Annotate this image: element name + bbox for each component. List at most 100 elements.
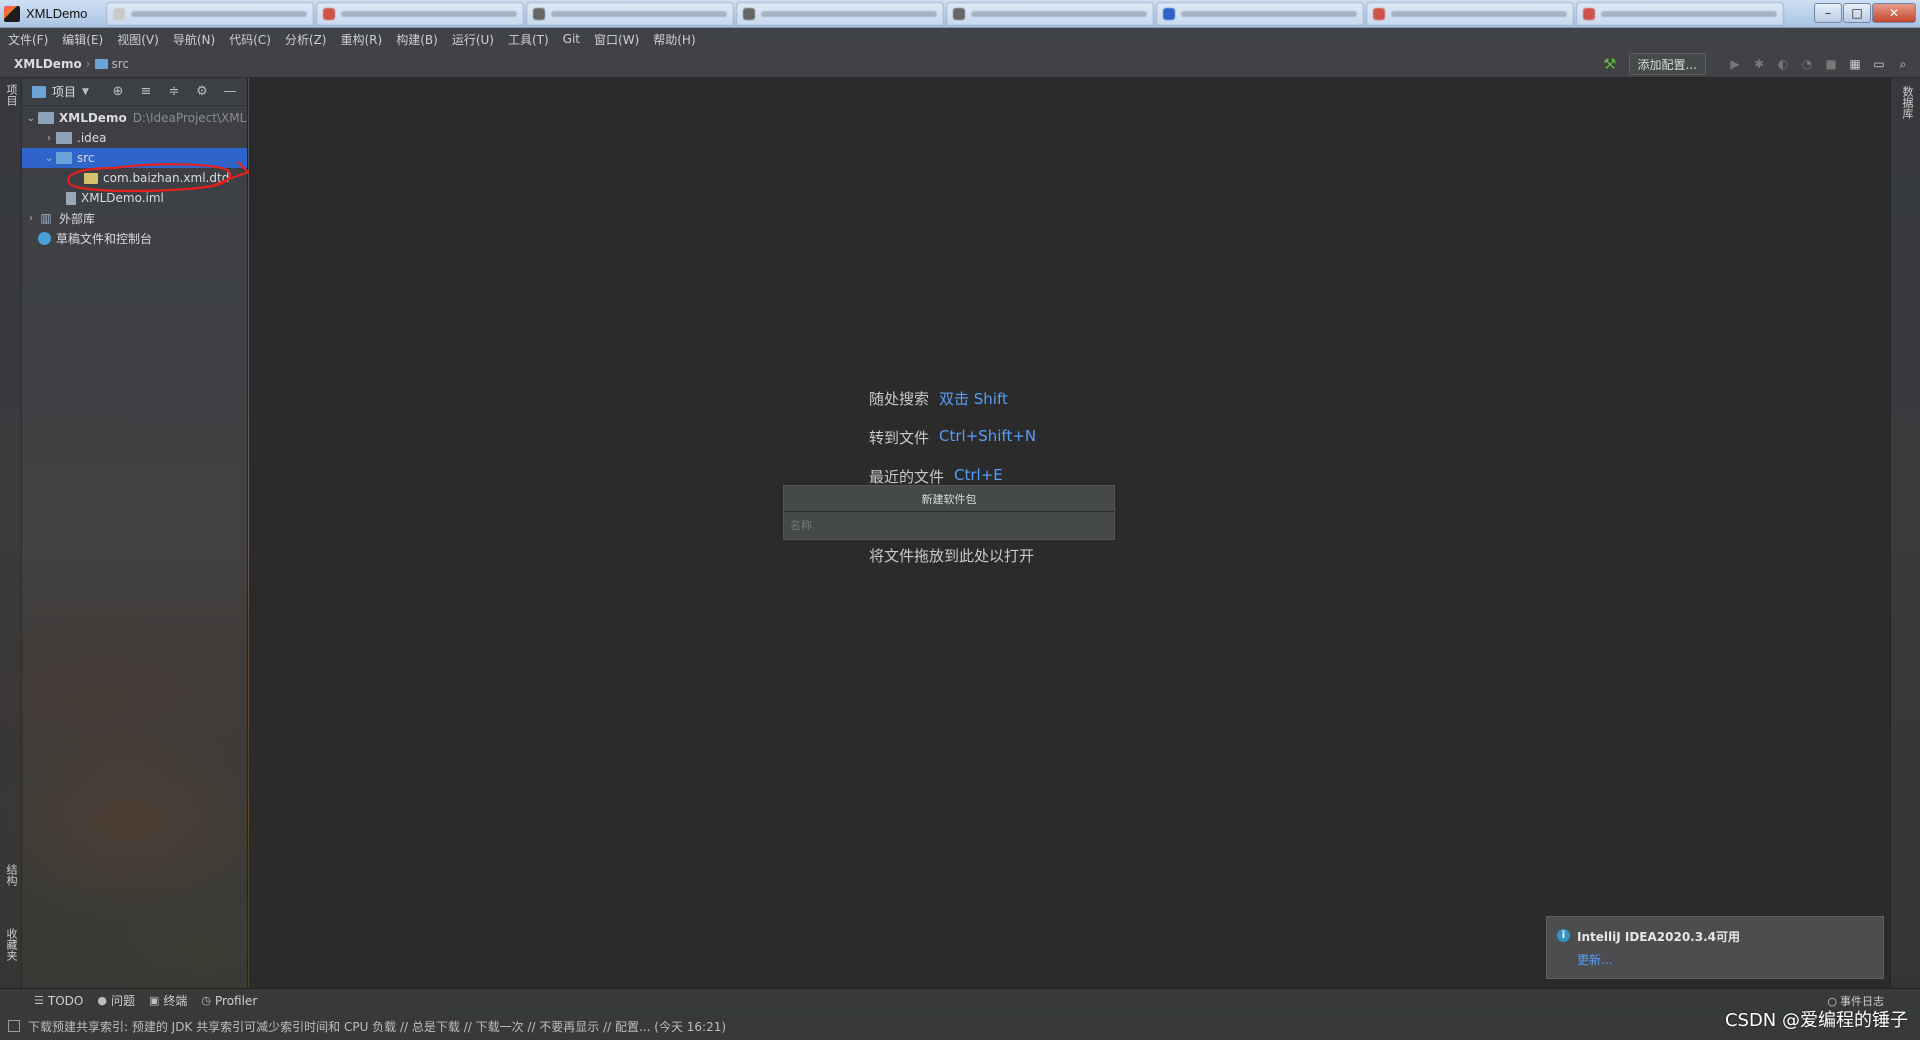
- terminal-icon: ▣: [148, 994, 160, 1007]
- hint-shortcut: Ctrl+Shift+N: [939, 427, 1037, 445]
- structure-tool-tab[interactable]: 结构: [3, 864, 19, 886]
- notification-title: IntelliJ IDEA2020.3.4可用: [1577, 930, 1740, 944]
- hide-icon[interactable]: —: [223, 84, 237, 99]
- database-tool-tab[interactable]: 数据库: [1899, 86, 1915, 119]
- csdn-watermark: CSDN @爱编程的锤子: [1724, 1010, 1908, 1031]
- profiler-tool-button[interactable]: ◷ Profiler: [201, 994, 257, 1008]
- new-package-popup: 新建软件包: [783, 485, 1115, 540]
- window-title-bar: XMLDemo – □ ✕: [0, 0, 1920, 28]
- menu-view[interactable]: 视图(V): [117, 31, 159, 48]
- problems-tool-button[interactable]: ● 问题: [97, 992, 135, 1009]
- minimize-button[interactable]: –: [1814, 2, 1842, 23]
- chevron-right-icon[interactable]: ›: [42, 133, 56, 144]
- menu-code[interactable]: 代码(C): [229, 31, 271, 48]
- browser-tab: [1576, 1, 1784, 26]
- profile-icon[interactable]: ◔: [1800, 57, 1814, 71]
- tool-label: 问题: [110, 994, 135, 1008]
- breadcrumb-folder[interactable]: src: [112, 57, 130, 71]
- iml-file-icon: [66, 191, 76, 205]
- locate-icon[interactable]: ⊕: [111, 84, 125, 99]
- update-link[interactable]: 更新...: [1577, 951, 1612, 968]
- hint-label: 最近的文件: [869, 468, 945, 486]
- navigation-bar: XMLDemo › src ⚒ 添加配置... ▶ ✱ ◐ ◔ ■ ▦ ▭ ⌕: [0, 50, 1920, 78]
- tree-item-scratches[interactable]: 草稿文件和控制台: [22, 228, 247, 248]
- tree-item-iml[interactable]: XMLDemo.iml: [22, 188, 247, 208]
- folder-icon: [94, 58, 108, 69]
- browser-tab: [526, 1, 734, 26]
- breadcrumb-separator-icon: ›: [85, 56, 91, 71]
- search-icon[interactable]: ⌕: [1896, 57, 1910, 71]
- hint-shortcut: 双击 Shift: [939, 390, 1008, 408]
- tree-item-package[interactable]: com.baizhan.xml.dtd: [22, 168, 247, 188]
- hint-label: 转到文件: [869, 429, 930, 447]
- project-view-icon: [32, 85, 46, 98]
- tree-item-label: src: [77, 151, 95, 165]
- menu-navigate[interactable]: 导航(N): [173, 31, 215, 48]
- menu-refactor[interactable]: 重构(R): [341, 31, 383, 48]
- menu-tools[interactable]: 工具(T): [508, 31, 549, 48]
- project-structure-icon[interactable]: ▦: [1848, 57, 1862, 71]
- tree-item-label: XMLDemo: [59, 111, 127, 125]
- menu-analyze[interactable]: 分析(Z): [285, 31, 327, 48]
- expand-all-icon[interactable]: ≡: [139, 84, 153, 99]
- project-folder-icon: [38, 112, 54, 124]
- close-button[interactable]: ✕: [1872, 2, 1916, 23]
- project-view-selector[interactable]: 项目: [52, 83, 76, 100]
- list-icon: ☰: [34, 994, 44, 1007]
- menu-run[interactable]: 运行(U): [452, 31, 494, 48]
- hint-search-everywhere: 随处搜索 双击 Shift: [869, 388, 1036, 427]
- package-name-input[interactable]: [784, 512, 1114, 539]
- intellij-app-icon: [4, 5, 20, 22]
- menu-help[interactable]: 帮助(H): [653, 31, 695, 48]
- scratch-icon: [38, 231, 51, 245]
- menu-file[interactable]: 文件(F): [8, 31, 48, 48]
- gear-icon[interactable]: ⚙: [195, 84, 209, 99]
- run-toolbar: ⚒ 添加配置... ▶ ✱ ◐ ◔ ■ ▦ ▭ ⌕: [1603, 53, 1910, 75]
- menu-edit[interactable]: 编辑(E): [62, 31, 103, 48]
- chevron-down-icon[interactable]: ⌄: [24, 113, 38, 124]
- background-browser-tabs: [106, 0, 1813, 28]
- project-tree: ⌄ XMLDemo D:\IdeaProject\XML › .idea ⌄ s…: [22, 106, 247, 248]
- tool-label: TODO: [47, 993, 84, 1008]
- problems-icon: ●: [97, 994, 107, 1007]
- build-hammer-icon[interactable]: ⚒: [1603, 55, 1616, 73]
- project-tool-tab[interactable]: 项目: [3, 84, 19, 106]
- terminal-tool-button[interactable]: ▣ 终端: [149, 992, 187, 1009]
- tree-item-external-libraries[interactable]: › ▥ 外部库: [22, 208, 247, 228]
- tree-item-idea[interactable]: › .idea: [22, 128, 247, 148]
- hint-drop-files: 将文件拖放到此处以打开: [869, 547, 1035, 565]
- folder-icon: [56, 132, 72, 144]
- browser-tab: [1156, 1, 1364, 26]
- hint-goto-file: 转到文件 Ctrl+Shift+N: [869, 427, 1036, 466]
- popup-title: 新建软件包: [784, 486, 1114, 512]
- toggle-tool-windows-icon[interactable]: [8, 1020, 20, 1032]
- tree-item-src[interactable]: ⌄ src: [22, 148, 247, 168]
- coverage-icon[interactable]: ◐: [1776, 57, 1790, 71]
- library-icon: ▥: [40, 211, 52, 225]
- todo-tool-button[interactable]: ☰ TODO: [34, 994, 83, 1008]
- stop-icon[interactable]: ■: [1824, 57, 1838, 71]
- chevron-right-icon[interactable]: ›: [24, 213, 38, 224]
- menu-git[interactable]: Git: [563, 32, 580, 46]
- browser-tab: [106, 1, 314, 26]
- menu-build[interactable]: 构建(B): [396, 31, 438, 48]
- breadcrumb-project[interactable]: XMLDemo: [14, 57, 82, 71]
- status-bar: 下载预建共享索引: 预建的 JDK 共享索引可减少索引时间和 CPU 负载 //…: [0, 1012, 1920, 1040]
- chevron-down-icon[interactable]: ⌄: [42, 153, 56, 164]
- window-controls: – □ ✕: [1813, 2, 1916, 25]
- collapse-all-icon[interactable]: ≑: [167, 84, 181, 99]
- tree-item-label: .idea: [77, 131, 107, 145]
- source-folder-icon: [56, 152, 72, 164]
- hint-shortcut: Ctrl+E: [954, 466, 1003, 484]
- favorites-tool-tab[interactable]: 收藏夹: [3, 928, 19, 961]
- maximize-button[interactable]: □: [1843, 2, 1871, 23]
- browser-tab: [1366, 1, 1574, 26]
- add-configuration-button[interactable]: 添加配置...: [1628, 53, 1706, 75]
- tree-item-project-root[interactable]: ⌄ XMLDemo D:\IdeaProject\XML: [22, 108, 247, 128]
- debug-icon[interactable]: ✱: [1752, 57, 1766, 71]
- chevron-down-icon[interactable]: ▼: [82, 87, 89, 97]
- status-message[interactable]: 下载预建共享索引: 预建的 JDK 共享索引可减少索引时间和 CPU 负载 //…: [28, 1018, 726, 1035]
- menu-window[interactable]: 窗口(W): [594, 31, 639, 48]
- layout-icon[interactable]: ▭: [1872, 57, 1886, 71]
- run-icon[interactable]: ▶: [1728, 57, 1742, 71]
